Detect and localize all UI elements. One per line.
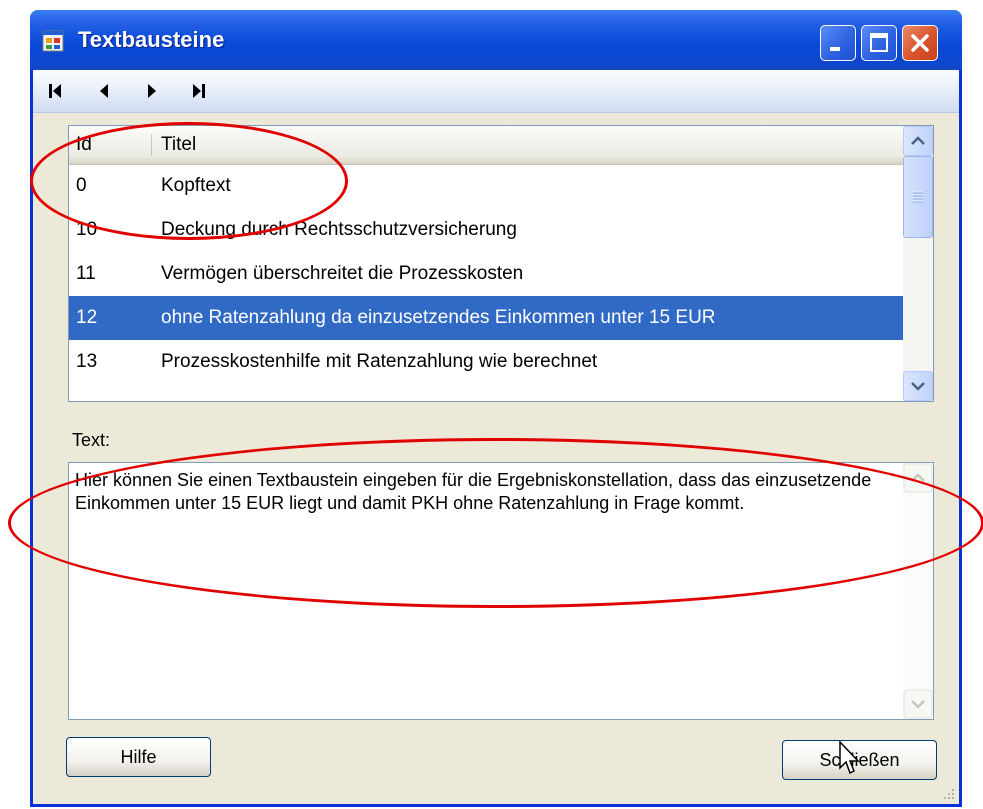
resize-grip-icon[interactable] bbox=[940, 785, 956, 801]
minimize-button[interactable] bbox=[820, 25, 856, 61]
text-label: Text: bbox=[72, 430, 111, 450]
row-title: Prozesskostenhilfe mit Ratenzahlung wie … bbox=[161, 351, 598, 372]
maximize-icon bbox=[870, 33, 888, 52]
table-row[interactable]: 13 Prozesskostenhilfe mit Ratenzahlung w… bbox=[69, 340, 903, 384]
previous-record-icon bbox=[100, 84, 108, 98]
title-bar[interactable]: Textbausteine bbox=[30, 10, 962, 70]
chevron-up-icon bbox=[911, 136, 925, 145]
row-title: Vermögen überschreitet die Prozesskosten bbox=[161, 263, 524, 284]
minimize-icon bbox=[830, 47, 840, 51]
first-record-button[interactable] bbox=[41, 78, 71, 104]
next-record-button[interactable] bbox=[137, 78, 167, 104]
last-record-icon bbox=[193, 84, 205, 98]
first-record-icon bbox=[49, 84, 61, 98]
previous-record-button[interactable] bbox=[89, 78, 119, 104]
chevron-down-icon bbox=[903, 689, 933, 719]
table-row-selected[interactable]: 12 ohne Ratenzahlung da einzusetzendes E… bbox=[69, 296, 903, 340]
row-id: 11 bbox=[76, 263, 96, 284]
window-title: Textbausteine bbox=[78, 27, 225, 52]
last-record-button[interactable] bbox=[183, 78, 213, 104]
annotation-ellipse-id bbox=[30, 122, 348, 240]
row-title: ohne Ratenzahlung da einzusetzendes Eink… bbox=[161, 307, 716, 328]
maximize-button[interactable] bbox=[861, 25, 897, 61]
table-row[interactable]: 11 Vermögen überschreitet die Prozesskos… bbox=[69, 252, 903, 296]
help-button[interactable]: Hilfe bbox=[66, 737, 211, 777]
close-window-button[interactable] bbox=[902, 25, 938, 61]
close-icon bbox=[911, 34, 929, 52]
scroll-up-button[interactable] bbox=[903, 126, 933, 156]
mouse-cursor-icon bbox=[839, 740, 860, 775]
chevron-down-icon bbox=[911, 382, 925, 391]
scroll-thumb[interactable] bbox=[903, 156, 933, 238]
annotation-ellipse-text bbox=[8, 438, 983, 608]
record-navigator bbox=[33, 70, 959, 113]
list-scrollbar[interactable] bbox=[903, 126, 933, 401]
row-id: 12 bbox=[76, 307, 98, 328]
next-record-icon bbox=[148, 84, 156, 98]
row-id: 13 bbox=[76, 351, 98, 372]
textarea-scroll-down-button[interactable] bbox=[903, 689, 933, 719]
scroll-down-button[interactable] bbox=[903, 371, 933, 401]
grip-lines-icon bbox=[913, 191, 923, 203]
app-icon bbox=[42, 30, 64, 52]
